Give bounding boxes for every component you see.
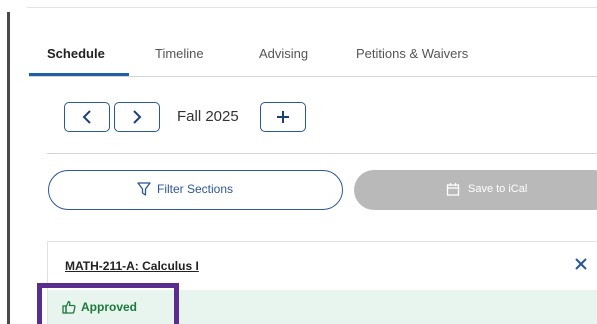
tab-timeline[interactable]: Timeline — [155, 46, 204, 61]
filter-sections-button[interactable]: Filter Sections — [48, 170, 343, 210]
previous-term-button[interactable] — [64, 102, 110, 132]
course-title-link[interactable]: MATH-211-A: Calculus I — [65, 259, 199, 273]
chevron-right-icon — [133, 110, 142, 124]
left-border — [7, 12, 10, 324]
term-label: Fall 2025 — [177, 108, 239, 125]
filter-sections-label: Filter Sections — [157, 182, 234, 196]
next-term-button[interactable] — [114, 102, 160, 132]
top-divider — [27, 7, 597, 8]
active-tab-indicator — [29, 73, 129, 76]
chevron-left-icon — [82, 110, 91, 124]
save-to-ical-button[interactable]: Save to iCal — [354, 170, 597, 210]
plus-icon — [277, 111, 289, 123]
planner-view: Schedule Timeline Advising Petitions & W… — [0, 0, 597, 324]
save-to-ical-content: Save to iCal — [446, 182, 527, 196]
tab-bar: Schedule Timeline Advising Petitions & W… — [29, 34, 597, 77]
section-divider — [47, 153, 597, 154]
filter-sections-content: Filter Sections — [137, 182, 233, 196]
tab-schedule[interactable]: Schedule — [47, 46, 105, 61]
add-term-button[interactable] — [260, 102, 306, 132]
tab-petitions-waivers[interactable]: Petitions & Waivers — [356, 46, 468, 61]
funnel-icon — [137, 182, 151, 196]
save-to-ical-label: Save to iCal — [468, 183, 528, 195]
close-icon[interactable] — [573, 256, 589, 272]
calendar-icon — [446, 183, 460, 196]
tab-advising[interactable]: Advising — [259, 46, 308, 61]
approved-highlight-box — [37, 283, 179, 324]
